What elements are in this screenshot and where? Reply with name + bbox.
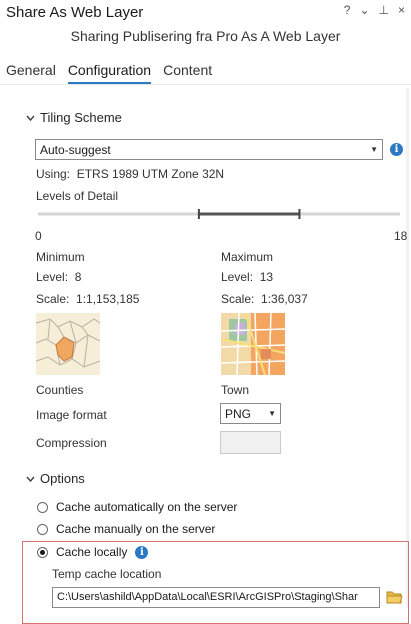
chevron-down-icon bbox=[26, 474, 36, 484]
pane-subtitle: Sharing Publisering fra Pro As A Web Lay… bbox=[70, 28, 341, 44]
tab-bar: General Configuration Content bbox=[6, 62, 212, 84]
help-icon[interactable]: ? bbox=[344, 3, 351, 17]
radio-button[interactable] bbox=[37, 523, 48, 535]
maximum-scale-label: Scale: bbox=[221, 292, 255, 306]
using-row: Using: ETRS 1989 UTM Zone 32N bbox=[36, 167, 224, 181]
scrollbar[interactable] bbox=[406, 88, 409, 608]
tab-general[interactable]: General bbox=[6, 62, 56, 84]
lod-label: Levels of Detail bbox=[36, 189, 119, 203]
image-format-label: Image format bbox=[36, 408, 107, 422]
tiling-scheme-header[interactable]: Tiling Scheme bbox=[26, 110, 122, 125]
radio-button[interactable] bbox=[37, 501, 48, 513]
radio-button-selected[interactable] bbox=[37, 546, 48, 558]
maximum-scale: Scale: 1:36,037 bbox=[221, 292, 308, 306]
caret-down-icon: ▼ bbox=[370, 145, 378, 154]
caret-down-icon: ▼ bbox=[268, 409, 276, 418]
minimum-heading: Minimum bbox=[36, 250, 85, 264]
info-icon[interactable]: i bbox=[135, 545, 149, 559]
maximum-map-thumbnail bbox=[220, 312, 286, 376]
compression-input bbox=[220, 431, 281, 454]
minimum-scale: Scale: 1:1,153,185 bbox=[36, 292, 139, 306]
radio-label: Cache locally bbox=[56, 545, 128, 559]
close-icon[interactable]: × bbox=[398, 3, 405, 17]
options-label: Options bbox=[40, 471, 85, 486]
options-header[interactable]: Options bbox=[26, 471, 85, 486]
slider-max-label: 18 bbox=[394, 229, 408, 243]
maximum-level: Level: 13 bbox=[221, 270, 273, 284]
tab-content[interactable]: Content bbox=[163, 62, 212, 84]
minimum-thumbnail-label: Counties bbox=[36, 383, 84, 397]
compression-label: Compression bbox=[36, 436, 107, 450]
radio-cache-locally[interactable]: Cache locally i bbox=[37, 545, 149, 559]
radio-cache-manually[interactable]: Cache manually on the server bbox=[37, 522, 215, 536]
slider-min-label: 0 bbox=[35, 229, 42, 243]
temp-cache-label: Temp cache location bbox=[52, 567, 162, 581]
minimum-map-thumbnail bbox=[35, 313, 101, 375]
chevron-down-icon bbox=[26, 113, 36, 123]
minimum-scale-value: 1:1,153,185 bbox=[76, 292, 140, 306]
window-title: Share As Web Layer bbox=[6, 4, 144, 21]
lod-slider[interactable] bbox=[38, 207, 400, 221]
minimum-level-label: Level: bbox=[36, 270, 69, 284]
maximum-heading: Maximum bbox=[221, 250, 274, 264]
radio-label: Cache automatically on the server bbox=[56, 500, 238, 514]
minimum-scale-label: Scale: bbox=[36, 292, 70, 306]
image-format-select[interactable]: PNG ▼ bbox=[220, 403, 281, 424]
tiling-scheme-label: Tiling Scheme bbox=[40, 110, 122, 125]
temp-cache-path-input[interactable]: C:\Users\ashild\AppData\Local\ESRI\ArcGI… bbox=[52, 587, 380, 608]
maximum-thumbnail-label: Town bbox=[221, 383, 250, 397]
options-menu-icon[interactable]: ⌄ bbox=[359, 3, 369, 17]
folder-icon[interactable] bbox=[386, 590, 403, 604]
maximum-level-label: Level: bbox=[221, 270, 254, 284]
tiling-scheme-value: Auto-suggest bbox=[40, 142, 111, 157]
radio-cache-automatically[interactable]: Cache automatically on the server bbox=[37, 500, 237, 514]
tab-configuration[interactable]: Configuration bbox=[67, 62, 152, 84]
tiling-scheme-select[interactable]: Auto-suggest ▼ bbox=[35, 139, 383, 160]
image-format-value: PNG bbox=[225, 406, 252, 421]
info-icon[interactable]: i bbox=[390, 143, 403, 156]
using-value: ETRS 1989 UTM Zone 32N bbox=[76, 167, 225, 181]
window-controls: ? ⌄ ⊥ × bbox=[344, 3, 405, 17]
maximum-level-value: 13 bbox=[259, 270, 274, 284]
maximum-scale-value: 1:36,037 bbox=[261, 292, 308, 306]
tab-divider bbox=[0, 84, 411, 85]
minimum-level-value: 8 bbox=[74, 270, 82, 284]
pin-icon[interactable]: ⊥ bbox=[379, 3, 389, 17]
using-label: Using: bbox=[36, 167, 71, 181]
minimum-level: Level: 8 bbox=[36, 270, 81, 284]
radio-label: Cache manually on the server bbox=[56, 522, 216, 536]
